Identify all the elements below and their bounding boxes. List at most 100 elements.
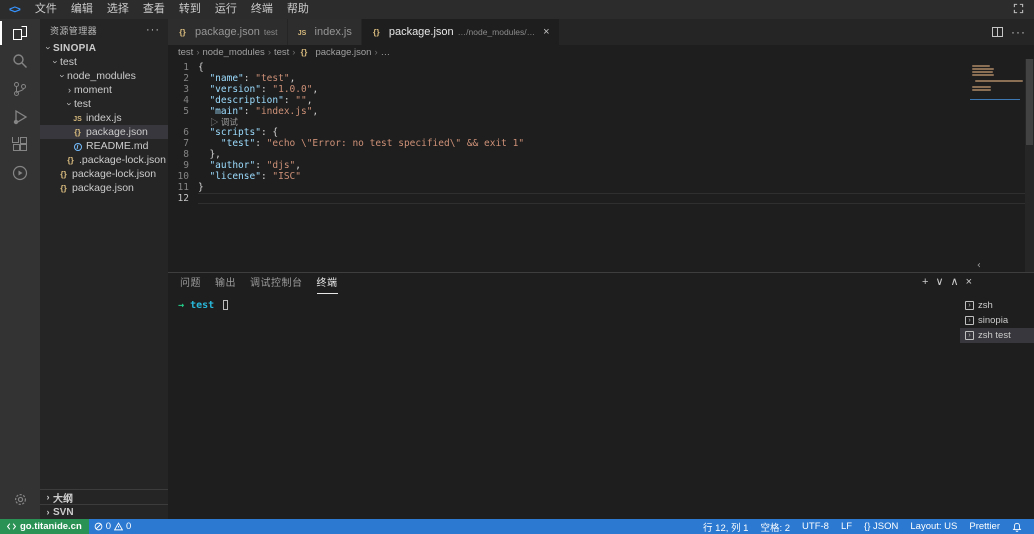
tab-package-json[interactable]: {}package.json…/node_modules/…×	[362, 19, 560, 45]
code-line[interactable]: 10 "license": "ISC"	[168, 171, 1034, 182]
chevron-down-icon: ›	[44, 44, 54, 53]
tree-item--package-lock-json[interactable]: {}.package-lock.json	[40, 153, 168, 167]
code-token: :	[261, 84, 272, 95]
code-line[interactable]: 4 "description": "",	[168, 95, 1034, 106]
breadcrumb-item[interactable]: package.json	[315, 47, 371, 58]
activity-run-debug[interactable]	[0, 103, 40, 131]
terminal-instance-label: zsh	[978, 300, 993, 311]
sidebar-more-actions-icon[interactable]: ···	[146, 24, 160, 36]
code-line[interactable]: 9 "author": "djs",	[168, 160, 1034, 171]
menubar: 文件编辑选择查看转到运行终端帮助	[28, 0, 316, 19]
menu-item[interactable]: 选择	[100, 0, 136, 19]
tab-label: package.json	[195, 26, 260, 38]
tree-item-package-json[interactable]: {}package.json	[40, 181, 168, 195]
panel-tab-terminal-active[interactable]: 终端	[317, 273, 338, 294]
code-editor[interactable]: 1{2 "name": "test",3 "version": "1.0.0",…	[168, 59, 1034, 272]
menu-item[interactable]: 编辑	[64, 0, 100, 19]
sidebar-section-svn[interactable]: ›SVN	[40, 504, 168, 519]
menu-item[interactable]: 查看	[136, 0, 172, 19]
menu-item[interactable]: 运行	[208, 0, 244, 19]
tree-item-moment[interactable]: ›moment	[40, 83, 168, 97]
status-item-prettier[interactable]: Prettier	[966, 521, 1003, 532]
menu-item[interactable]: 文件	[28, 0, 64, 19]
code-line-content: {	[198, 62, 1034, 73]
sidebar-section-大纲[interactable]: ›大纲	[40, 489, 168, 504]
editor-scrollbar[interactable]	[1025, 59, 1034, 272]
breadcrumb-item[interactable]: test	[274, 47, 289, 58]
minimap-line	[972, 86, 991, 88]
code-line-content: "version": "1.0.0",	[198, 84, 1034, 95]
tree-item-test[interactable]: ›test	[40, 97, 168, 111]
activity-run-circle[interactable]	[0, 159, 40, 187]
terminal-instance-zsh-test[interactable]: ›zsh test	[960, 328, 1034, 343]
editor-more-actions-icon[interactable]: ···	[1011, 25, 1026, 39]
code-line-content: "main": "index.js",	[198, 106, 1034, 117]
code-token: "main"	[209, 106, 243, 117]
code-line[interactable]: 5 "main": "index.js",	[168, 106, 1034, 117]
tree-item-label: index.js	[86, 112, 122, 124]
code-line[interactable]: 8 },	[168, 149, 1034, 160]
terminal-instance-label: zsh test	[978, 330, 1011, 341]
code-line[interactable]: 7 "test": "echo \"Error: no test specifi…	[168, 138, 1034, 149]
chevron-right-icon: ›	[43, 492, 53, 502]
status-item--json[interactable]: {} JSON	[861, 521, 901, 532]
code-line[interactable]: 3 "version": "1.0.0",	[168, 84, 1034, 95]
code-line[interactable]: 2 "name": "test",	[168, 73, 1034, 84]
minimap[interactable]	[970, 62, 1020, 100]
tree-item-package-lock-json[interactable]: {}package-lock.json	[40, 167, 168, 181]
tree-item-readme-md[interactable]: iREADME.md	[40, 139, 168, 153]
activity-search[interactable]	[0, 47, 40, 75]
status-item-layout-us[interactable]: Layout: US	[907, 521, 960, 532]
tree-item-index-js[interactable]: JSindex.js	[40, 111, 168, 125]
terminal-output[interactable]: → test	[168, 294, 960, 519]
code-line[interactable]: 6 "scripts": {	[168, 127, 1034, 138]
panel-tab-item[interactable]: 问题	[180, 273, 201, 294]
minimap-line	[972, 83, 976, 85]
status-item--2[interactable]: 空格: 2	[757, 520, 793, 534]
chevron-down-icon: ›	[51, 58, 61, 67]
error-icon	[94, 522, 103, 531]
activity-source-control[interactable]	[0, 75, 40, 103]
tree-item-package-json[interactable]: {}package.json	[40, 125, 168, 139]
problems-status[interactable]: 0 0	[89, 521, 137, 532]
menu-item[interactable]: 转到	[172, 0, 208, 19]
menu-item[interactable]: 帮助	[280, 0, 316, 19]
file-icon-json: {}	[177, 26, 188, 38]
code-line[interactable]: 1{	[168, 62, 1034, 73]
status-item-utf-8[interactable]: UTF-8	[799, 521, 832, 532]
breadcrumb-item[interactable]: test	[178, 47, 193, 58]
tab-package-json[interactable]: {}package.jsontest	[168, 19, 288, 45]
notifications-bell-icon[interactable]	[1009, 522, 1025, 532]
status-item-lf[interactable]: LF	[838, 521, 855, 532]
fullscreen-icon[interactable]	[1013, 3, 1024, 14]
panel-tab-item[interactable]: 输出	[215, 273, 236, 294]
terminal-instance-zsh[interactable]: ›zsh	[960, 298, 1034, 313]
tree-item-test[interactable]: ›test	[40, 55, 168, 69]
code-line-content: "author": "djs",	[198, 160, 1034, 171]
status-item--12-1[interactable]: 行 12, 列 1	[700, 520, 751, 534]
breadcrumb-item[interactable]: node_modules	[202, 47, 264, 58]
tree-item-node-modules[interactable]: ›node_modules	[40, 69, 168, 83]
close-panel-icon[interactable]: ×	[966, 276, 972, 288]
terminal-instance-sinopia[interactable]: ›sinopia	[960, 313, 1034, 328]
activity-settings[interactable]	[0, 485, 40, 513]
maximize-panel-icon[interactable]: ∧	[951, 275, 959, 288]
activity-extensions[interactable]	[0, 131, 40, 159]
activity-explorer[interactable]	[0, 19, 40, 47]
remote-indicator[interactable]: go.titanide.cn	[0, 519, 89, 534]
panel-tab-item[interactable]: 调试控制台	[250, 273, 303, 294]
code-line[interactable]: 12	[168, 193, 1034, 204]
code-line[interactable]: 11}	[168, 182, 1034, 193]
menu-item[interactable]: 终端	[244, 0, 280, 19]
split-editor-icon[interactable]	[992, 27, 1003, 37]
chevron-left-icon[interactable]: ‹	[976, 260, 982, 271]
tree-item-label: node_modules	[67, 70, 136, 82]
new-terminal-icon[interactable]: +	[922, 276, 928, 288]
close-icon[interactable]: ×	[543, 26, 549, 38]
breadcrumb[interactable]: test›node_modules›test›{}package.json›…	[168, 45, 1034, 59]
chevron-down-icon[interactable]: ∨	[935, 275, 943, 288]
tree-item-sinopia[interactable]: ›SINOPIA	[40, 41, 168, 55]
tab-index-js[interactable]: JSindex.js	[288, 19, 362, 45]
codelens-debug[interactable]: ▷ 调试	[168, 117, 1034, 127]
breadcrumb-item[interactable]: …	[381, 47, 391, 58]
